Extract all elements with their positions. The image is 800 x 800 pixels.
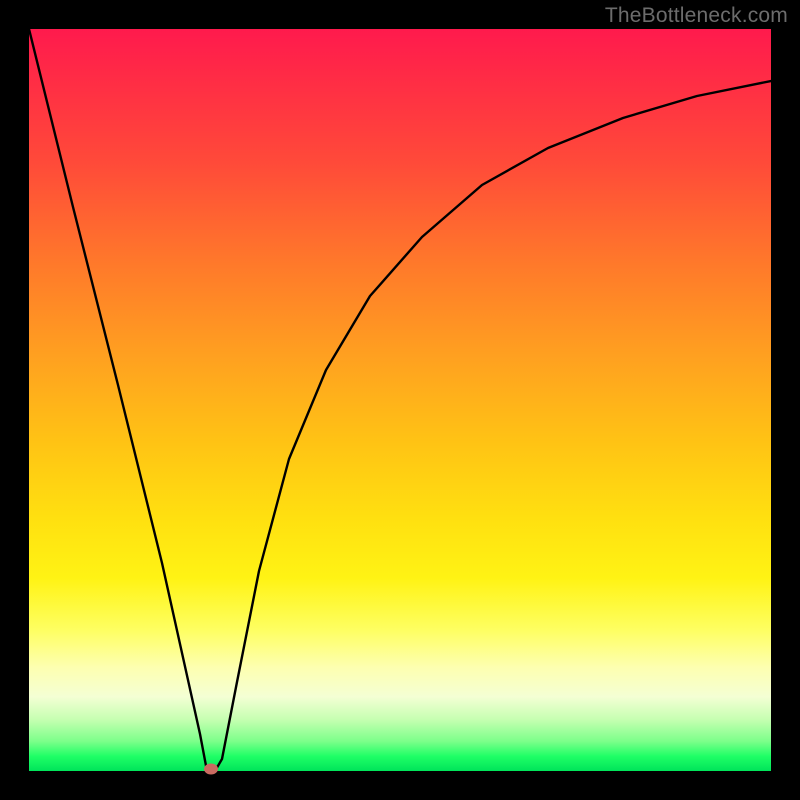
curve-path [29,29,771,771]
plot-area [29,29,771,771]
chart-frame: TheBottleneck.com [0,0,800,800]
curve-svg [29,29,771,771]
minimum-marker [204,764,218,775]
watermark-text: TheBottleneck.com [605,4,788,28]
